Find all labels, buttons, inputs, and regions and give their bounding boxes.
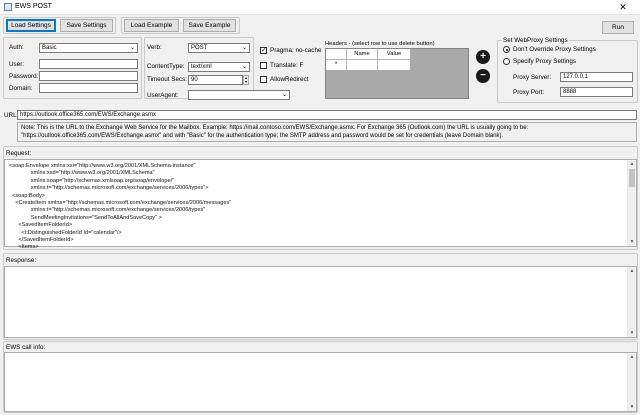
verb-select[interactable]: POST ⌄ <box>188 43 250 53</box>
column-header-value[interactable]: Value <box>378 49 410 60</box>
verb-label: Verb: <box>147 44 162 51</box>
call-info-scrollbar[interactable]: ▲ ▼ <box>627 353 636 411</box>
domain-input[interactable] <box>39 83 138 93</box>
dont-override-radio[interactable] <box>503 46 510 53</box>
translate-checkbox[interactable] <box>260 62 267 69</box>
timeout-label: Timeout Secs: <box>147 76 188 83</box>
headers-grid[interactable]: Name Value * <box>325 48 469 99</box>
save-example-button[interactable]: Save Example <box>183 19 236 32</box>
response-label: Response: <box>6 257 37 264</box>
password-label: Password: <box>9 73 39 80</box>
request-line: <CreateItem xmlns="http://schemas.micros… <box>9 200 232 207</box>
save-settings-button[interactable]: Save Settings <box>60 19 113 32</box>
title-bar: EWS POST ✕ <box>0 0 640 15</box>
content-type-value: text/xml <box>191 64 212 70</box>
timeout-spinner[interactable]: ▴ ▾ <box>243 75 249 85</box>
request-line: <Items> <box>9 244 39 251</box>
useragent-select[interactable]: ⌄ <box>188 90 290 100</box>
request-line: xmlns:soap="http://schemas.xmlsoap.org/s… <box>9 177 175 184</box>
pragma-checkbox[interactable] <box>260 46 267 54</box>
url-note: Note: This is the URL to the Exchange We… <box>17 122 637 142</box>
scroll-up-icon[interactable]: ▲ <box>628 267 636 275</box>
content-type-label: ContentType: <box>147 63 185 70</box>
request-line: <soap:Envelope xmlns:xsi="http://www.w3.… <box>9 163 196 169</box>
domain-label: Domain: <box>9 85 33 92</box>
header-name-cell[interactable] <box>347 60 378 70</box>
response-textarea[interactable]: ▲ ▼ <box>4 266 637 338</box>
add-header-icon[interactable]: + <box>476 50 490 64</box>
user-label: User: <box>9 61 25 68</box>
scroll-down-icon[interactable]: ▼ <box>628 238 636 246</box>
new-row-marker[interactable]: * <box>326 60 347 70</box>
request-textarea[interactable]: <soap:Envelope xmlns:xsi="http://www.w3.… <box>4 159 637 250</box>
verb-select-value: POST <box>191 45 208 51</box>
request-scrollbar[interactable]: ▲ ▼ <box>627 160 636 246</box>
url-input[interactable]: https://outlook.office365.com/EWS/Exchan… <box>17 110 637 120</box>
chevron-down-icon: ⌄ <box>281 92 287 98</box>
password-input[interactable] <box>39 71 138 81</box>
useragent-label: UserAgent: <box>147 92 179 99</box>
load-settings-button[interactable]: Load Settings <box>6 19 56 32</box>
auth-select[interactable]: Basic ⌄ <box>39 43 138 53</box>
request-line: <SavedItemFolderId> <box>9 222 73 229</box>
request-label: Request: <box>6 150 32 157</box>
request-line: <soap:Body> <box>9 192 46 199</box>
auth-select-value: Basic <box>42 45 57 51</box>
column-header-name[interactable]: Name <box>347 49 378 60</box>
run-button[interactable]: Run <box>602 21 634 34</box>
user-input[interactable] <box>39 59 138 69</box>
specify-proxy-label: Specify Proxy Settings <box>513 58 576 65</box>
scroll-up-icon[interactable]: ▲ <box>628 353 636 361</box>
remove-header-icon[interactable]: − <box>476 69 490 83</box>
scroll-up-icon[interactable]: ▲ <box>628 160 636 168</box>
headers-label: Headers - (select row to use delete butt… <box>325 41 435 47</box>
dont-override-label: Don't Override Proxy Settings <box>513 46 596 53</box>
chevron-down-icon: ⌄ <box>241 45 247 51</box>
request-line: <t:DistinguishedFolderId Id="calendar"/> <box>9 229 122 236</box>
request-body: <soap:Envelope xmlns:xsi="http://www.w3.… <box>9 163 231 252</box>
proxy-server-label: Proxy Server: <box>513 74 552 81</box>
header-value-cell[interactable] <box>378 60 410 70</box>
proxy-server-input[interactable]: 127.0.0.1 <box>560 72 633 82</box>
row-header-corner <box>326 49 347 60</box>
translate-label: Translate: F <box>270 62 304 69</box>
load-example-button[interactable]: Load Example <box>124 19 179 32</box>
proxy-port-label: Proxy Port: <box>513 89 545 96</box>
call-info-textarea[interactable]: ▲ ▼ <box>4 352 637 412</box>
allow-redirect-checkbox[interactable] <box>260 76 267 83</box>
pragma-label: Pragma: no-cache <box>270 47 322 54</box>
headers-grid-table: Name Value * <box>326 49 410 70</box>
scroll-thumb[interactable] <box>629 169 635 187</box>
response-scrollbar[interactable]: ▲ ▼ <box>627 267 636 337</box>
auth-label: Auth: <box>9 44 24 51</box>
scroll-down-icon[interactable]: ▼ <box>628 329 636 337</box>
request-line: </SavedItemFolderId> <box>9 237 74 244</box>
close-icon[interactable]: ✕ <box>610 1 636 13</box>
scroll-down-icon[interactable]: ▼ <box>628 403 636 411</box>
request-line: xmlns:t="http://schemas.microsoft.com/ex… <box>9 185 209 192</box>
content-type-select[interactable]: text/xml ⌄ <box>188 62 250 72</box>
specify-proxy-radio[interactable] <box>503 58 510 65</box>
request-line: xmlns:t="http://schemas.microsoft.com/ex… <box>9 207 206 214</box>
proxy-port-input[interactable]: 8888 <box>560 87 633 97</box>
chevron-down-icon: ⌄ <box>129 45 135 51</box>
window-title: EWS POST <box>15 3 52 10</box>
request-line: SendMeetingInvitations="SendToAllAndSave… <box>9 214 162 221</box>
proxy-group-label: Set WebProxy Settings <box>502 37 569 44</box>
allow-redirect-label: AllowRedirect <box>270 76 309 83</box>
app-icon <box>4 3 12 11</box>
request-line: xmlns:xsd="http://www.w3.org/2001/XMLSch… <box>9 170 155 177</box>
chevron-down-icon: ⌄ <box>241 64 247 70</box>
timeout-input[interactable]: 90 <box>188 75 243 85</box>
call-info-label: EWS call info: <box>6 344 46 351</box>
